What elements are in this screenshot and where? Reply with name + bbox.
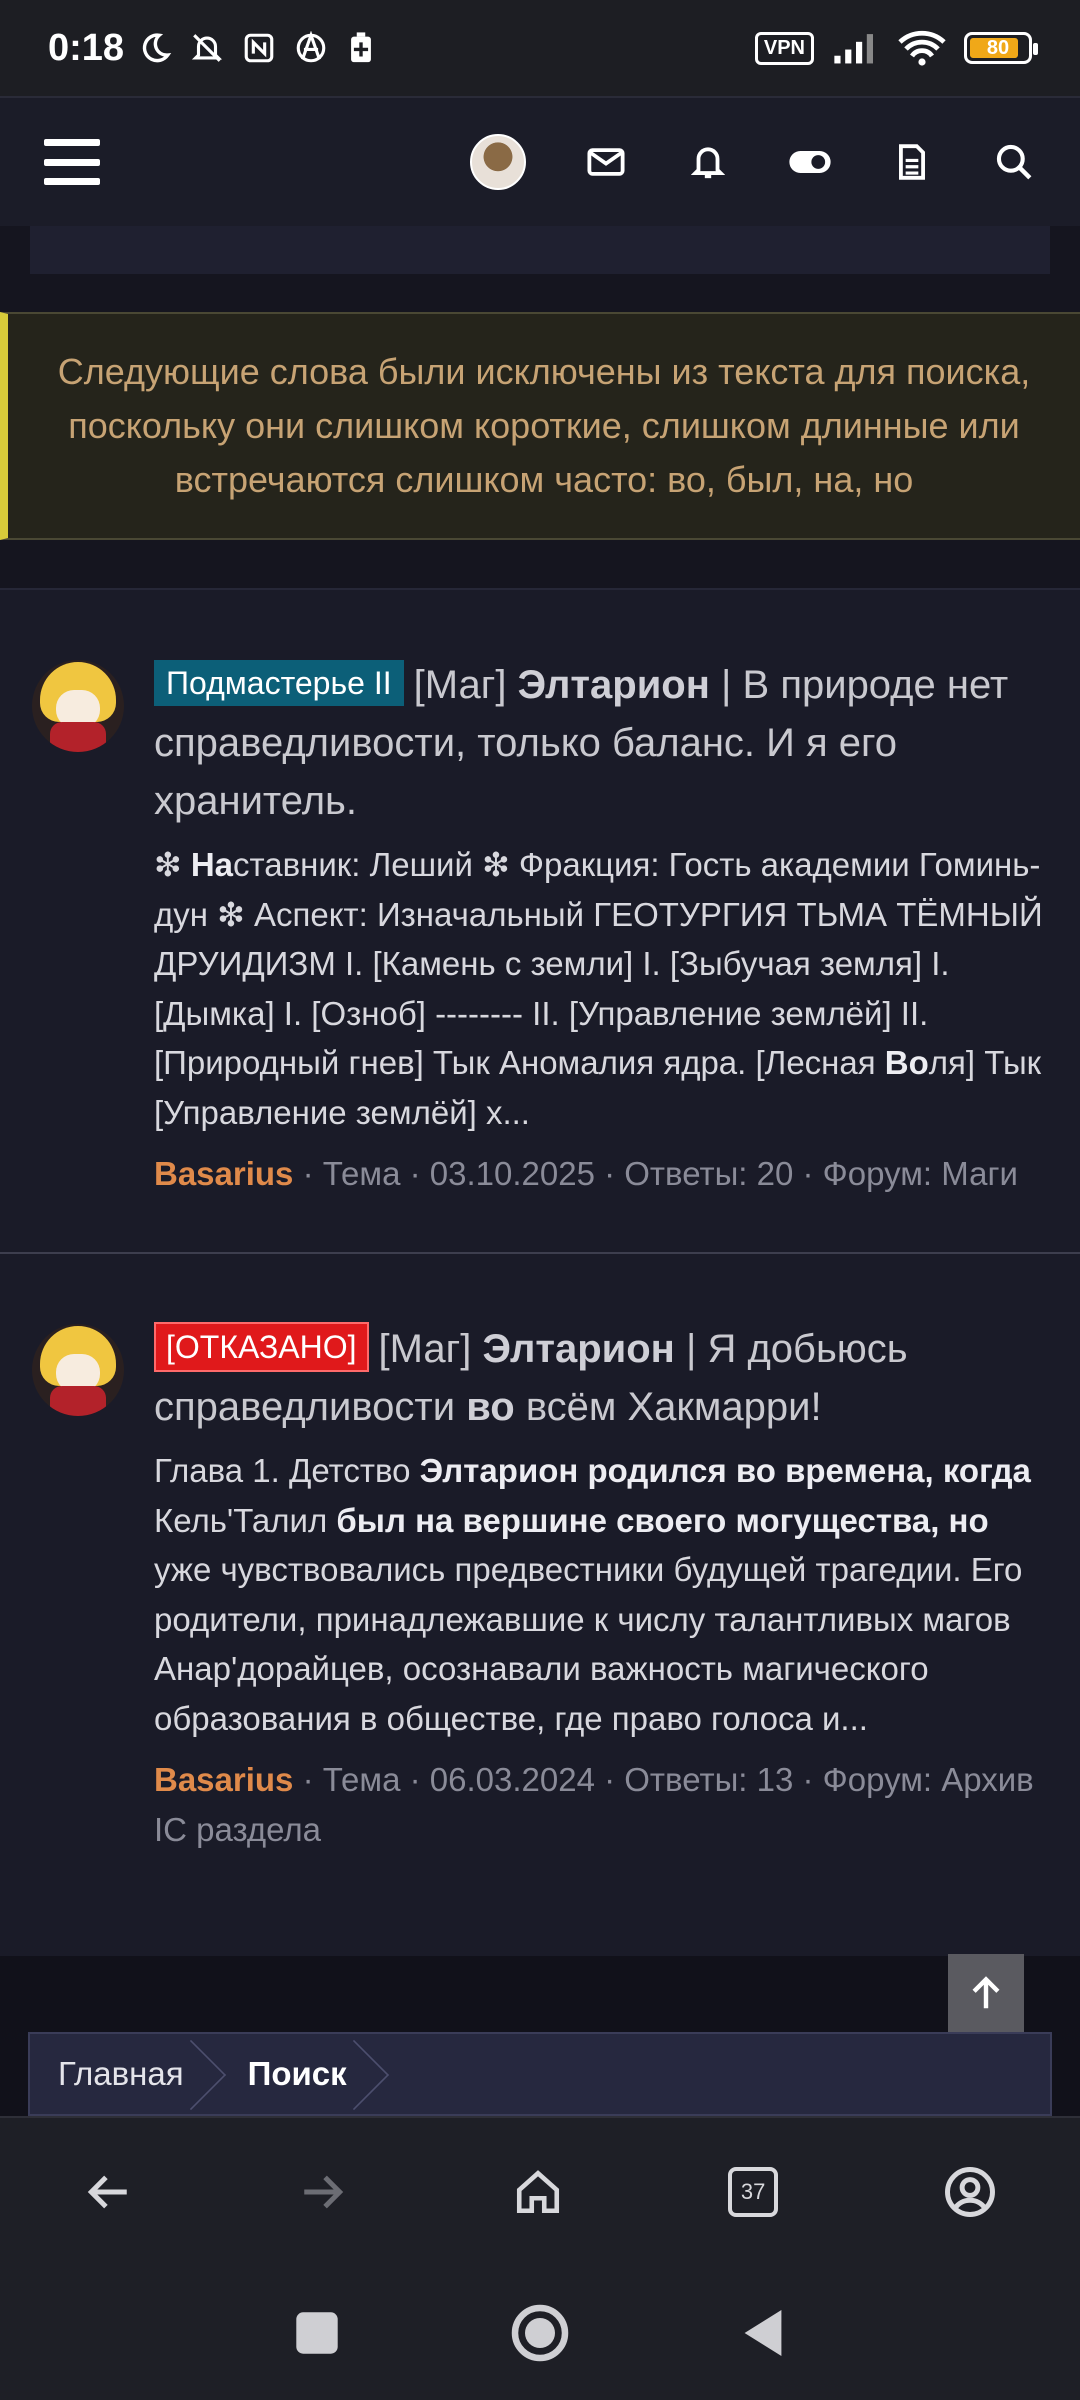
anarchy-icon (296, 31, 326, 63)
result-snippet: Глава 1. Детство Элтарион родился во вре… (154, 1452, 1031, 1737)
title-name: Элтарион (517, 663, 710, 707)
toggle-icon[interactable] (788, 140, 832, 184)
home-circle-icon[interactable] (510, 2303, 570, 2363)
title-prefix: [Маг] (413, 663, 507, 707)
result-snippet: ❇ Наставник: Леший ❇ Фракция: Гость акад… (154, 846, 1043, 1131)
result-title[interactable]: [ОТКАЗАНО] [Маг] Элтарион | Я добьюсь спр… (154, 1320, 1044, 1436)
menu-icon[interactable] (44, 139, 100, 185)
prefix-badge: Подмастерье II (154, 660, 404, 706)
user-avatar[interactable] (470, 134, 526, 190)
tabs-count-button[interactable]: 37 (728, 2167, 779, 2217)
bell-icon[interactable] (686, 140, 730, 184)
moon-icon (142, 33, 172, 63)
status-icons-left (138, 31, 376, 65)
result-meta: Basarius · Тема · 03.10.2025 · Ответы: 2… (154, 1149, 1044, 1199)
status-icons-right: VPN 80 (754, 30, 1038, 66)
back-triangle-icon[interactable] (740, 2307, 786, 2359)
system-nav-bar (0, 2266, 1080, 2400)
result-meta: Basarius · Тема · 06.03.2024 · Ответы: 1… (154, 1755, 1044, 1855)
home-icon[interactable] (513, 2167, 563, 2217)
scroll-to-top-button[interactable] (948, 1954, 1024, 2032)
excluded-words-notice: Следующие слова были исключены из текста… (0, 312, 1080, 540)
title-text-end: всём Хакмарри! (525, 1385, 822, 1429)
battery-level: 80 (986, 36, 1010, 59)
search-result: [ОТКАЗАНО] [Маг] Элтарион | Я добьюсь спр… (0, 1254, 1080, 1962)
document-icon[interactable] (890, 140, 934, 184)
bell-muted-icon (191, 34, 223, 62)
back-arrow-icon[interactable] (83, 2167, 133, 2217)
breadcrumb: Главная Поиск (28, 2032, 1052, 2116)
battery-icon: 80 (964, 32, 1038, 64)
title-name: Элтарион (482, 1327, 675, 1371)
title-highlight: во (466, 1385, 515, 1429)
result-avatar[interactable] (32, 660, 124, 752)
meta-text: · Тема · 03.10.2025 · Ответы: 20 · Форум… (302, 1155, 1018, 1192)
wifi-icon (898, 30, 946, 66)
notice-text: Следующие слова были исключены из текста… (57, 351, 1031, 500)
result-title[interactable]: Подмастерье II [Маг] Элтарион | В природе… (154, 656, 1044, 830)
result-avatar[interactable] (32, 1324, 124, 1416)
title-prefix: [Маг] (378, 1327, 472, 1371)
signal-icon (834, 34, 873, 64)
nfc-icon (244, 33, 274, 63)
clock: 0:18 (48, 26, 125, 69)
breadcrumb-current[interactable]: Поиск (228, 2034, 391, 2114)
battery-saver-icon (351, 32, 371, 63)
search-icon[interactable] (992, 140, 1036, 184)
author-link[interactable]: Basarius (154, 1155, 293, 1192)
status-bar: 0:18 VPN 80 (0, 0, 1080, 96)
tabs-count: 37 (740, 2179, 766, 2204)
browser-toolbar: 37 (0, 2116, 1080, 2266)
search-result: Подмастерье II [Маг] Элтарион | В природе… (0, 590, 1080, 1254)
arrow-up-icon (972, 1976, 1000, 2009)
header-tools (470, 134, 1036, 190)
forward-arrow-icon[interactable] (298, 2167, 348, 2217)
vpn-badge: VPN (754, 31, 814, 65)
mail-icon[interactable] (584, 140, 628, 184)
search-form-strip (30, 226, 1050, 274)
search-results: Подмастерье II [Маг] Элтарион | В природе… (0, 588, 1080, 1962)
account-icon[interactable] (943, 2165, 997, 2219)
breadcrumb-home[interactable]: Главная (58, 2034, 228, 2114)
app-header (0, 96, 1080, 226)
recents-square-icon[interactable] (294, 2310, 340, 2356)
status-badge: [ОТКАЗАНО] (154, 1322, 369, 1372)
author-link[interactable]: Basarius (154, 1761, 293, 1798)
